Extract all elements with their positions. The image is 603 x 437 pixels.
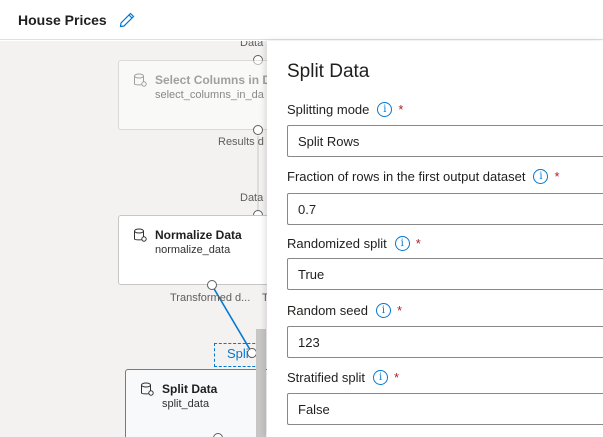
pipeline-title: House Prices bbox=[18, 11, 107, 28]
node-normalize-data[interactable]: Normalize Data normalize_data bbox=[118, 215, 267, 285]
info-icon[interactable]: i bbox=[377, 102, 393, 117]
required-marker: * bbox=[554, 169, 560, 184]
label-text: Randomized split bbox=[287, 236, 387, 251]
info-icon[interactable]: i bbox=[394, 236, 410, 251]
required-marker: * bbox=[396, 303, 403, 318]
port-label-data-top: Data bbox=[240, 41, 264, 49]
label-text: Random seed bbox=[287, 303, 368, 318]
port-label-transformed: Transformed d... bbox=[170, 292, 251, 304]
port-label-data-mid: Data bbox=[240, 192, 264, 204]
canvas-scrollbar[interactable] bbox=[256, 329, 266, 437]
field-label-splitting-mode: Splitting mode i * bbox=[287, 102, 403, 117]
port-label-results: Results d bbox=[218, 136, 264, 148]
node-title: Select Columns in D bbox=[155, 73, 267, 87]
properties-panel: Split Data Splitting mode i * Split Rows… bbox=[267, 41, 603, 437]
required-marker: * bbox=[398, 102, 404, 117]
field-label-stratified-split: Stratified split i * bbox=[287, 370, 399, 385]
panel-title: Split Data bbox=[287, 61, 370, 82]
field-label-fraction: Fraction of rows in the first output dat… bbox=[287, 169, 560, 184]
pipeline-canvas[interactable]: Data Select Columns in D select_columns_… bbox=[0, 41, 267, 437]
node-select-columns[interactable]: Select Columns in D select_columns_in_da bbox=[118, 60, 267, 130]
info-icon[interactable]: i bbox=[533, 169, 549, 184]
field-label-randomized-split: Randomized split i * bbox=[287, 236, 421, 251]
database-icon bbox=[134, 73, 147, 87]
label-text: Stratified split bbox=[287, 370, 366, 385]
output-port[interactable] bbox=[207, 280, 217, 290]
splitting-mode-dropdown[interactable]: Split Rows bbox=[287, 125, 603, 157]
info-icon[interactable]: i bbox=[373, 370, 389, 385]
node-subtitle: normalize_data bbox=[155, 244, 231, 256]
output-port[interactable] bbox=[253, 125, 263, 135]
stratified-split-dropdown[interactable]: False bbox=[287, 393, 603, 425]
node-title: Normalize Data bbox=[155, 228, 242, 242]
random-seed-input[interactable]: 123 bbox=[287, 326, 603, 358]
node-subtitle: select_columns_in_da bbox=[155, 89, 264, 101]
top-bar: House Prices bbox=[0, 0, 603, 40]
output-port[interactable] bbox=[213, 433, 223, 437]
required-marker: * bbox=[415, 236, 421, 251]
node-title: Split Data bbox=[162, 382, 218, 396]
label-text: Fraction of rows in the first output dat… bbox=[287, 169, 526, 184]
randomized-split-dropdown[interactable]: True bbox=[287, 258, 603, 290]
database-icon bbox=[141, 382, 154, 396]
database-icon bbox=[134, 228, 147, 242]
field-label-random-seed: Random seed i * bbox=[287, 303, 402, 318]
node-split-data[interactable]: Split Data split_data bbox=[125, 369, 267, 437]
pencil-icon[interactable] bbox=[119, 12, 135, 28]
fraction-input[interactable]: 0.7 bbox=[287, 193, 603, 225]
required-marker: * bbox=[394, 370, 400, 385]
label-text: Splitting mode bbox=[287, 102, 370, 117]
node-subtitle: split_data bbox=[162, 398, 210, 410]
info-icon[interactable]: i bbox=[375, 303, 391, 318]
